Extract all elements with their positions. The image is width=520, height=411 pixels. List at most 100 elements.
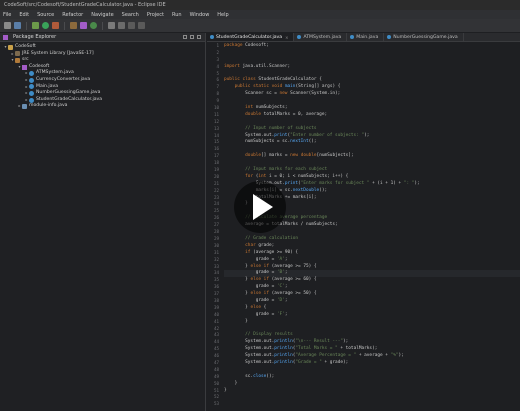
external-tools-icon[interactable]: [52, 22, 59, 29]
new-java-project-icon[interactable]: [70, 22, 77, 29]
line-number: 31: [213, 249, 219, 255]
collapse-all-icon[interactable]: [183, 35, 187, 39]
tree-item[interactable]: ▸ CurrencyConverter.java: [0, 77, 205, 84]
forward-icon[interactable]: [138, 22, 145, 29]
code-line[interactable]: // Input marks for each subject: [224, 167, 520, 174]
menu-item-edit[interactable]: Edit: [19, 12, 29, 18]
menu-item-help[interactable]: Help: [217, 12, 228, 18]
close-icon[interactable]: ×: [285, 35, 288, 40]
code-line[interactable]: import java.util.Scanner;: [224, 64, 520, 71]
code-line[interactable]: double[] marks = new double[numSubjects]…: [224, 153, 520, 160]
code-line[interactable]: [224, 367, 520, 374]
tree-item[interactable]: ▸ JRE System Library [JavaSE-17]: [0, 51, 205, 58]
code-line[interactable]: int numSubjects;: [224, 105, 520, 112]
editor-tab-label: StudentGradeCalculator.java: [216, 34, 283, 40]
code-line[interactable]: }: [224, 388, 520, 395]
line-number: 9: [216, 98, 219, 104]
back-icon[interactable]: [128, 22, 135, 29]
code-line[interactable]: grade = 'D';: [224, 298, 520, 305]
code-line[interactable]: System.out.println("Average Percentage =…: [224, 353, 520, 360]
code-line[interactable]: numSubjects = sc.nextInt();: [224, 139, 520, 146]
tree-item[interactable]: ▾ src: [0, 57, 205, 64]
menu-item-run[interactable]: Run: [172, 12, 182, 18]
tree-item[interactable]: ▸ NumberGuessingGame.java: [0, 90, 205, 97]
code-line[interactable]: grade = 'A';: [224, 257, 520, 264]
menu-item-source[interactable]: Source: [37, 12, 54, 18]
code-line[interactable]: } else {: [224, 305, 520, 312]
window-title: CodeSoft/src/Codesoft/StudentGradeCalcul…: [0, 0, 520, 10]
menu-bar: File Edit Source Refactor Navigate Search Proj…: [0, 10, 520, 19]
tree-item-label: src: [22, 57, 29, 63]
line-number: 28: [213, 229, 219, 235]
tree-item[interactable]: ▸ module-info.java: [0, 103, 205, 110]
new-class-icon[interactable]: [90, 22, 97, 29]
line-number: 5: [216, 70, 219, 76]
code-line[interactable]: for (int i = 0; i < numSubjects; i++) {: [224, 174, 520, 181]
tree-item[interactable]: ▸ Main.java: [0, 84, 205, 91]
debug-icon[interactable]: [32, 22, 39, 29]
package-explorer-title: Package Explorer: [13, 34, 57, 40]
line-number: 1: [216, 43, 219, 48]
save-icon[interactable]: [14, 22, 21, 29]
code-line[interactable]: [224, 394, 520, 401]
code-line[interactable]: if (average >= 90) {: [224, 250, 520, 257]
line-number: 15: [213, 139, 219, 145]
java-file-icon: [29, 77, 34, 83]
new-icon[interactable]: [4, 22, 11, 29]
code-line[interactable]: grade = 'F';: [224, 312, 520, 319]
code-line[interactable]: double totalMarks = 0, average;: [224, 112, 520, 119]
tree-item[interactable]: ▾ Codesoft: [0, 64, 205, 71]
line-number: 27: [213, 222, 219, 228]
editor-tab-label: Main.java: [356, 34, 379, 40]
java-file-icon: [29, 90, 34, 96]
line-number: 32: [213, 256, 219, 262]
menu-item-search[interactable]: Search: [122, 12, 139, 18]
code-line[interactable]: }: [224, 319, 520, 326]
java-file-icon: [387, 35, 392, 39]
code-line[interactable]: } else if (average >= 50) {: [224, 291, 520, 298]
package-explorer-tab[interactable]: Package Explorer: [0, 33, 205, 42]
code-line[interactable]: System.out.println("Grade = " + grade);: [224, 360, 520, 367]
line-number: 17: [213, 153, 219, 159]
code-line[interactable]: // Grade calculation: [224, 236, 520, 243]
code-line[interactable]: char grade;: [224, 243, 520, 250]
line-number: 6: [216, 77, 219, 83]
code-line[interactable]: [224, 119, 520, 126]
line-number: 45: [213, 346, 219, 352]
new-package-icon[interactable]: [80, 22, 87, 29]
menu-item-window[interactable]: Window: [190, 12, 210, 18]
editor-tab-label: ATMSystem.java: [303, 34, 342, 40]
code-line[interactable]: // Input number of subjects: [224, 126, 520, 133]
code-line[interactable]: sc.close();: [224, 374, 520, 381]
line-number: 52: [213, 394, 219, 400]
menu-item-refactor[interactable]: Refactor: [62, 12, 83, 18]
tree-item[interactable]: ▸ ATMSystem.java: [0, 70, 205, 77]
menu-item-project[interactable]: Project: [147, 12, 164, 18]
line-number: 10: [213, 105, 219, 111]
code-line[interactable]: [224, 50, 520, 57]
search-icon[interactable]: [108, 22, 115, 29]
run-icon[interactable]: [42, 22, 49, 29]
line-number: 51: [213, 387, 219, 393]
tree-item[interactable]: ▾ CodeSoft: [0, 44, 205, 51]
code-line[interactable]: [224, 98, 520, 105]
code-line[interactable]: [224, 57, 520, 64]
minimize-icon[interactable]: [197, 35, 201, 39]
code-line[interactable]: Scanner sc = new Scanner(System.in);: [224, 91, 520, 98]
view-menu-icon[interactable]: [190, 35, 194, 39]
editor-tab[interactable]: StudentGradeCalculator.java ×: [207, 33, 295, 41]
editor-tab[interactable]: ATMSystem.java: [294, 33, 348, 41]
play-button[interactable]: [234, 181, 286, 233]
code-line[interactable]: }: [224, 381, 520, 388]
line-number: 33: [213, 263, 219, 269]
menu-item-navigate[interactable]: Navigate: [91, 12, 113, 18]
editor-tab[interactable]: NumberGuessingGame.java: [384, 33, 464, 41]
open-type-icon[interactable]: [118, 22, 125, 29]
code-line[interactable]: package Codesoft;: [224, 43, 520, 50]
code-line[interactable]: [224, 401, 520, 408]
line-number: 18: [213, 160, 219, 166]
code-line[interactable]: [224, 160, 520, 167]
line-number: 12: [213, 118, 219, 124]
editor-tab[interactable]: Main.java: [347, 33, 385, 41]
menu-item-file[interactable]: File: [3, 12, 11, 18]
